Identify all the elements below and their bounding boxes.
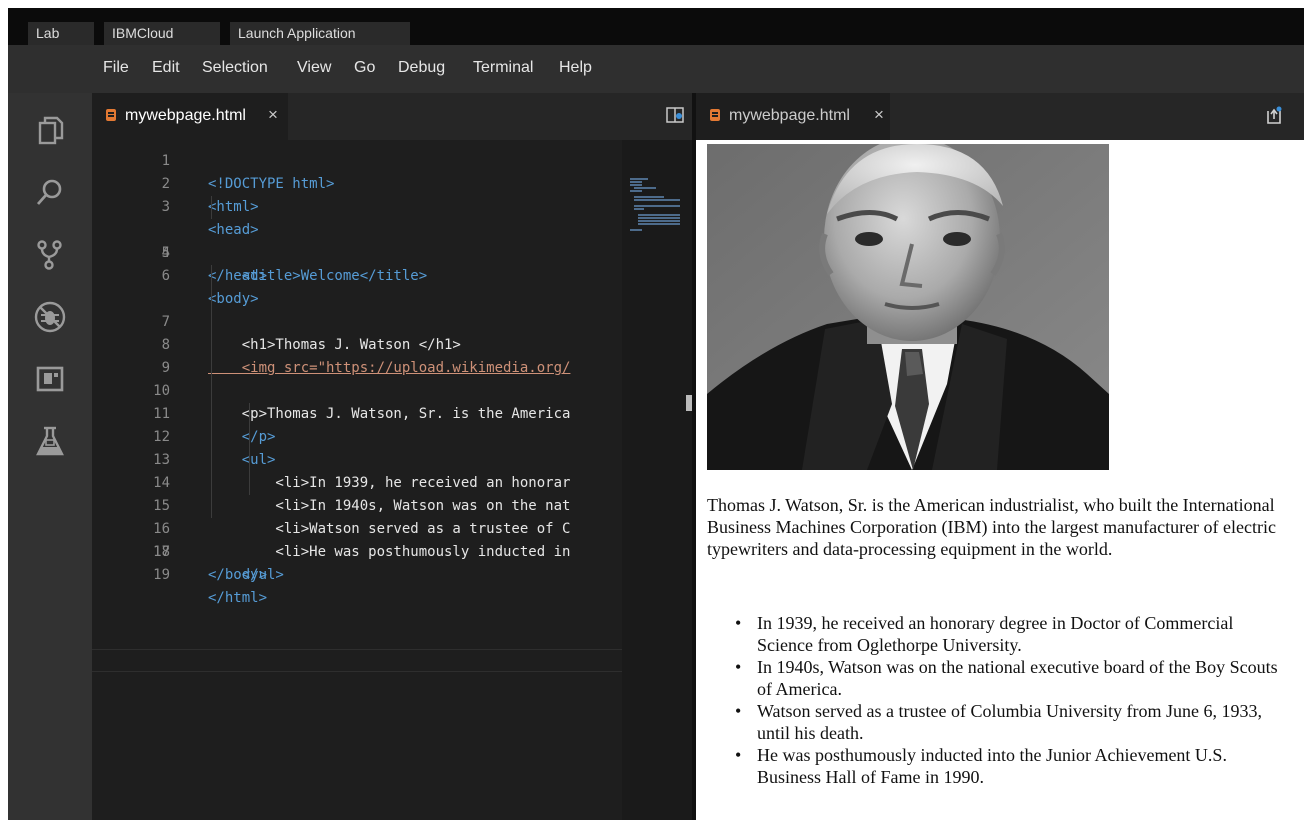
list-item: In 1940s, Watson was on the national exe… — [732, 656, 1292, 700]
preview-paragraph: Thomas J. Watson, Sr. is the American in… — [707, 495, 1277, 559]
close-icon[interactable]: × — [268, 105, 278, 125]
code-text: </body> — [208, 567, 268, 583]
preview-tab-label: mywebpage.html — [729, 107, 850, 124]
watson-portrait-image — [707, 144, 1109, 470]
code-line: 8 <img src="https://upload.wikimedia.org… — [92, 288, 622, 376]
editor-tab-label: mywebpage.html — [125, 107, 246, 124]
menu-help[interactable]: Help — [559, 58, 592, 78]
menu-view[interactable]: View — [297, 58, 331, 78]
menu-file[interactable]: File — [103, 58, 129, 78]
extensions-icon[interactable] — [32, 361, 68, 397]
minimap[interactable] — [622, 140, 692, 820]
html-file-icon — [106, 109, 116, 121]
list-item: He was posthumously inducted into the Ju… — [732, 744, 1292, 788]
code-text: </html> — [208, 590, 268, 606]
list-item: In 1939, he received an honorary degree … — [732, 612, 1292, 656]
search-icon[interactable] — [32, 175, 68, 211]
menu-go[interactable]: Go — [354, 58, 375, 78]
code-line: 7 <h1>Thomas J. Watson </h1> — [92, 265, 622, 353]
code-line: 17 </ul> — [92, 495, 622, 583]
menu-bar: File Edit Selection View Go Debug Termin… — [8, 45, 1304, 93]
code-line: 14 <li>In 1940s, Watson was on the nat — [92, 426, 622, 514]
code-line: 16 <li>He was posthumously inducted in — [92, 472, 622, 560]
editor-tab-bar: mywebpage.html × — [92, 93, 692, 140]
code-line: 15 <li>Watson served as a trustee of C — [92, 449, 622, 537]
source-control-icon[interactable] — [32, 237, 68, 273]
preview-tab-bar: mywebpage.html × — [696, 93, 1304, 140]
menu-selection[interactable]: Selection — [202, 58, 268, 78]
code-line: 1 <!DOCTYPE html> — [92, 140, 622, 192]
editor-tab-mywebpage[interactable]: mywebpage.html × — [92, 93, 288, 140]
lab-tab-ibmcloud[interactable]: IBMCloud — [104, 22, 220, 45]
preview-list: In 1939, he received an honorary degree … — [732, 612, 1292, 788]
files-icon[interactable] — [32, 113, 68, 149]
open-source-file-icon[interactable] — [1264, 105, 1284, 125]
lab-tab-label: Lab — [36, 25, 60, 41]
code-line: 2 <html> — [92, 150, 622, 215]
menu-terminal[interactable]: Terminal — [473, 58, 533, 78]
activity-bar — [8, 93, 92, 820]
menu-edit[interactable]: Edit — [152, 58, 180, 78]
code-line: 12 <ul> — [92, 380, 622, 468]
code-line: 9 — [92, 311, 622, 376]
lab-flask-icon[interactable] — [32, 423, 68, 459]
list-item: Watson served as a trustee of Columbia U… — [732, 700, 1292, 744]
line-number: 19 — [153, 567, 170, 583]
code-line: 11 </p> — [92, 357, 622, 445]
lab-tab-lab[interactable]: Lab — [28, 22, 94, 45]
lab-tab-label: IBMCloud — [112, 25, 174, 41]
preview-content[interactable]: Thomas J. Watson, Sr. is the American in… — [696, 140, 1304, 820]
current-line-highlight — [92, 649, 622, 672]
code-area[interactable]: 1 <!DOCTYPE html> 2 <html> 3 <head> 4 <t… — [92, 140, 622, 820]
code-line: 19 </html> — [92, 541, 622, 606]
debug-icon[interactable] — [32, 299, 68, 335]
preview-tab-mywebpage[interactable]: mywebpage.html × — [696, 93, 890, 140]
code-line: 6 <body> — [92, 242, 622, 307]
code-line: 10 <p>Thomas J. Watson, Sr. is the Ameri… — [92, 334, 622, 422]
close-icon[interactable]: × — [874, 105, 884, 125]
menu-debug[interactable]: Debug — [398, 58, 445, 78]
sash-handle[interactable] — [686, 395, 692, 411]
lab-tab-bar: Lab IBMCloud Launch Application — [8, 8, 1304, 45]
html-file-icon — [710, 109, 720, 121]
html-preview-panel: mywebpage.html × Thomas J. Watson, Sr. i… — [696, 93, 1304, 820]
lab-tab-launch-application[interactable]: Launch Application — [230, 22, 410, 45]
code-line: 3 <head> — [92, 173, 622, 238]
lab-tab-label: Launch Application — [238, 25, 356, 41]
code-editor: mywebpage.html × 1 <!DOCTYPE html> 2 <ht… — [92, 93, 692, 820]
open-preview-to-side-icon[interactable] — [666, 107, 684, 123]
lab-window: Lab IBMCloud Launch Application File Edi… — [8, 8, 1304, 820]
code-line: 4 <title>Welcome</title> — [92, 196, 622, 284]
code-line: 13 <li>In 1939, he received an honorar — [92, 403, 622, 491]
code-line: 18 </body> — [92, 518, 622, 583]
code-line: 5 </head> — [92, 219, 622, 284]
window-top-edge — [0, 0, 1304, 8]
